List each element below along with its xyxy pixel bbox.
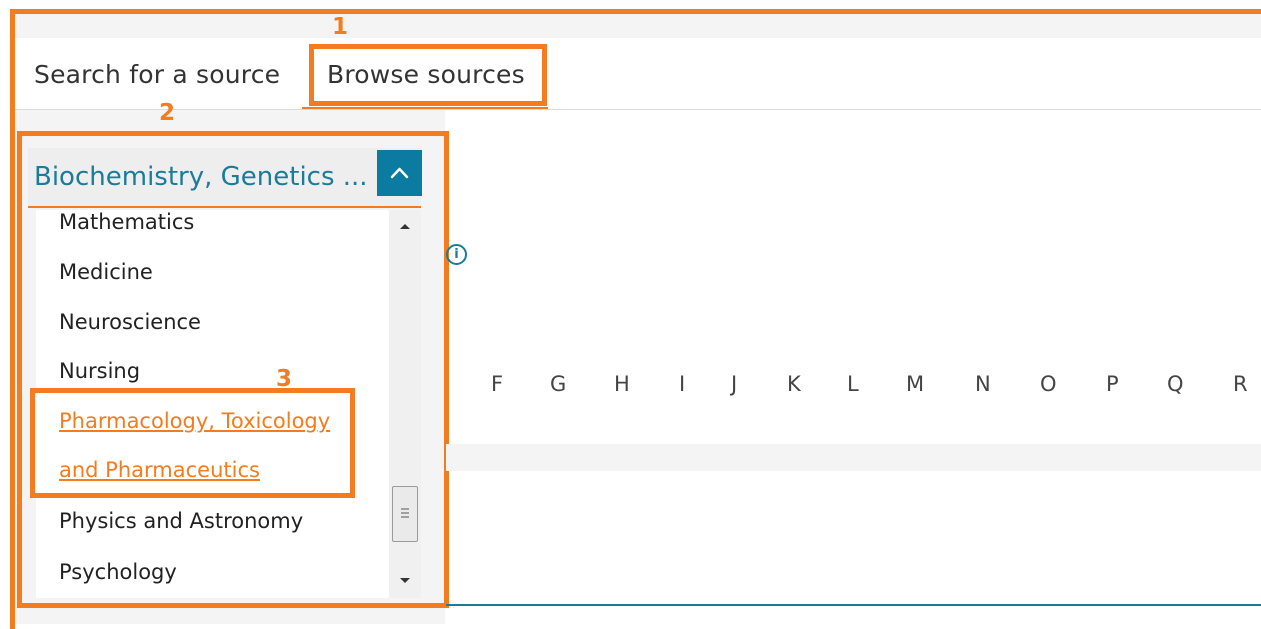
annotation-box-2 — [17, 131, 449, 608]
alphabet-letter-g[interactable]: G — [550, 372, 566, 396]
alphabet-letter-r[interactable]: R — [1233, 372, 1248, 396]
alphabet-letter-k[interactable]: K — [787, 372, 801, 396]
annotation-number-2: 2 — [159, 100, 176, 126]
info-icon[interactable]: i — [446, 244, 467, 265]
alphabet-letter-n[interactable]: N — [975, 372, 991, 396]
alphabet-letter-j[interactable]: J — [731, 372, 737, 396]
alphabet-letter-i[interactable]: I — [679, 372, 685, 396]
annotation-box-1 — [309, 44, 547, 106]
results-divider — [446, 604, 1261, 606]
alphabet-letter-m[interactable]: M — [906, 372, 924, 396]
annotation-number-1: 1 — [332, 14, 349, 40]
annotation-box-3 — [30, 388, 355, 498]
alphabet-letter-h[interactable]: H — [614, 372, 630, 396]
alphabet-letter-p[interactable]: P — [1106, 372, 1119, 396]
alphabet-letter-o[interactable]: O — [1040, 372, 1057, 396]
alphabet-letter-f[interactable]: F — [491, 372, 503, 396]
alphabet-letter-q[interactable]: Q — [1167, 372, 1184, 396]
top-banner — [15, 14, 1261, 38]
annotation-number-3: 3 — [276, 366, 293, 392]
tab-search-for-source[interactable]: Search for a source — [34, 60, 280, 89]
results-header-band — [446, 444, 1261, 471]
alphabet-letter-l[interactable]: L — [847, 372, 859, 396]
